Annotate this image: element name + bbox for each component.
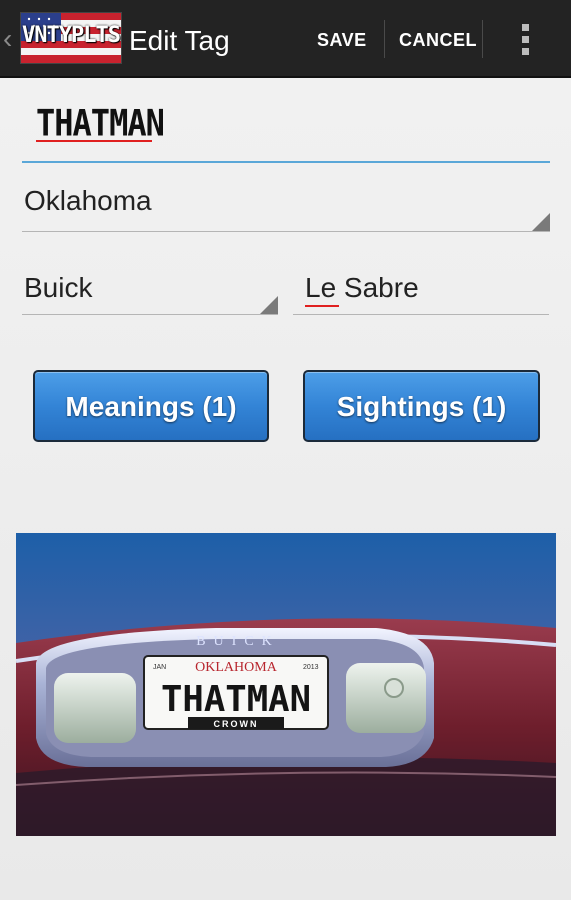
spellcheck-underline [305, 305, 339, 307]
make-spinner[interactable]: Buick [22, 262, 278, 315]
action-divider [482, 20, 483, 58]
model-input[interactable]: Le Sabre [293, 262, 549, 315]
model-input-value: Le Sabre [305, 272, 419, 303]
plate-frame-text: CROWN [214, 719, 259, 729]
state-value: Oklahoma [24, 185, 152, 216]
screen-title: Edit Tag [129, 25, 230, 56]
trunk-badge-text: BUICK [196, 634, 280, 649]
make-value: Buick [24, 272, 93, 303]
cancel-button[interactable]: CANCEL [399, 0, 477, 78]
state-spinner[interactable]: Oklahoma [22, 175, 550, 232]
plate-number-text: THATMAN [161, 679, 311, 720]
plate-sticker-left: JAN [153, 664, 166, 671]
logo-text: VNTYPLTS [22, 23, 121, 48]
save-button[interactable]: SAVE [317, 0, 367, 78]
chevron-left-icon[interactable]: ‹ [3, 22, 12, 56]
tag-input[interactable]: THATMAN [22, 95, 550, 163]
sightings-button[interactable]: Sightings (1) [303, 370, 540, 442]
spinner-corner-icon [532, 213, 550, 231]
action-divider [384, 20, 385, 58]
spinner-corner-icon [260, 296, 278, 314]
vertical-ellipsis-icon[interactable] [516, 22, 536, 58]
plate-photo[interactable]: BUICK OKLAHOMA JAN 2013 THATMAN CROWN [16, 533, 556, 836]
plate-state-text: OKLAHOMA [195, 660, 278, 675]
plate-sticker-right: 2013 [303, 664, 319, 671]
app-logo[interactable]: VNTYPLTS [20, 12, 122, 64]
meanings-button[interactable]: Meanings (1) [33, 370, 269, 442]
spellcheck-underline [36, 140, 152, 142]
action-bar: ‹ VNTYPLTS Edit Tag SAVE CANCEL [0, 0, 571, 78]
tag-input-value: THATMAN [36, 101, 165, 145]
